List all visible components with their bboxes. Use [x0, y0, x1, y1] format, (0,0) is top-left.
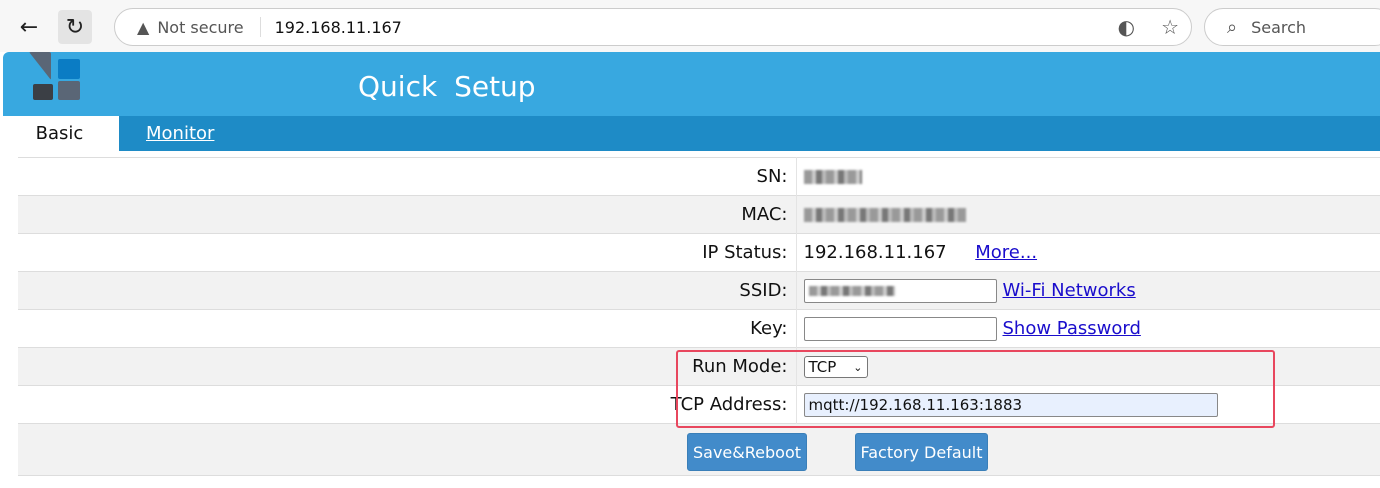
mac-label: MAC: — [18, 195, 797, 234]
key-label: Key: — [18, 309, 797, 348]
tab-monitor[interactable]: Monitor — [146, 116, 214, 151]
save-reboot-button[interactable]: Save&Reboot — [687, 433, 807, 471]
favorite-star-icon[interactable]: ☆ — [1161, 15, 1179, 39]
reload-icon[interactable]: ↻ — [58, 10, 92, 44]
edge-icon[interactable]: ◐ — [1118, 15, 1135, 39]
more-link[interactable]: More... — [975, 242, 1037, 263]
back-icon[interactable]: ← — [12, 10, 46, 44]
search-box[interactable]: ⌕ Search — [1204, 8, 1380, 46]
wifi-networks-link[interactable]: Wi-Fi Networks — [1003, 280, 1136, 301]
address-bar[interactable]: ▲ Not secure 192.168.11.167 ◐ ☆ — [114, 8, 1192, 46]
not-secure-label[interactable]: Not secure — [157, 18, 243, 37]
mac-value-redacted — [803, 208, 966, 222]
ip-status-value: 192.168.11.167 — [803, 242, 947, 263]
logo — [29, 52, 85, 100]
highlight-box — [676, 350, 1275, 428]
url-text[interactable]: 192.168.11.167 — [275, 18, 402, 37]
ip-status-label: IP Status: — [18, 233, 797, 272]
search-icon: ⌕ — [1227, 16, 1238, 38]
factory-default-button[interactable]: Factory Default — [855, 433, 988, 471]
tab-basic[interactable]: Basic — [0, 116, 119, 151]
warning-icon: ▲ — [137, 17, 150, 37]
ssid-label: SSID: — [18, 271, 797, 310]
sn-label: SN: — [18, 157, 797, 196]
browser-toolbar: ← ↻ ▲ Not secure 192.168.11.167 ◐ ☆ ⌕ Sear… — [0, 0, 1380, 52]
tab-bar: Basic Monitor — [0, 116, 1380, 151]
search-placeholder: Search — [1251, 17, 1307, 37]
key-input[interactable] — [803, 316, 997, 341]
sn-value-redacted — [803, 170, 862, 184]
setup-form: SN: MAC: IP Status: 192.168.11.167 More..… — [18, 157, 1380, 476]
show-password-link[interactable]: Show Password — [1003, 318, 1141, 339]
ssid-input[interactable] — [803, 278, 997, 303]
page-header: Quick Setup — [3, 52, 1380, 116]
page-title: Quick Setup — [358, 70, 536, 103]
